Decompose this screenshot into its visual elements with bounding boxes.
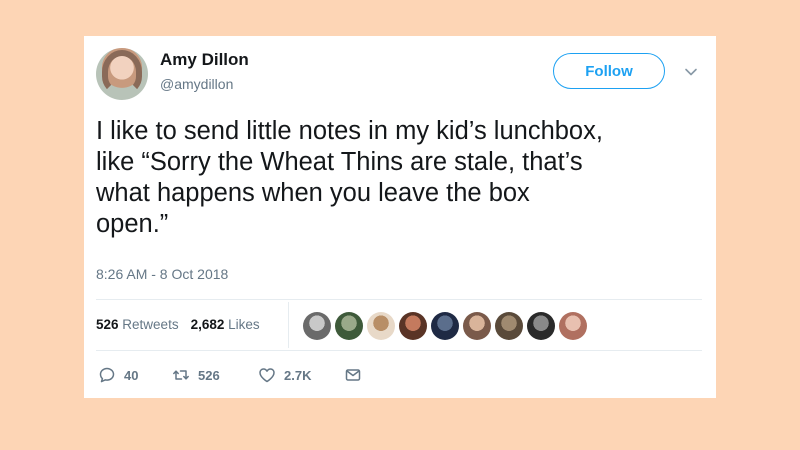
follow-button[interactable]: Follow	[553, 53, 665, 89]
divider-bottom	[96, 350, 702, 351]
retweet-icon	[173, 370, 189, 380]
liker-avatar[interactable]	[367, 312, 395, 340]
liker-avatar[interactable]	[559, 312, 587, 340]
like-action[interactable]: 2.7K	[258, 366, 344, 384]
reply-count: 40	[124, 367, 139, 383]
liker-avatar[interactable]	[399, 312, 427, 340]
liker-avatar[interactable]	[303, 312, 331, 340]
likes-stat[interactable]: 2,682 Likes	[191, 317, 260, 332]
divider-top	[96, 299, 702, 300]
tweet-text: I like to send little notes in my kid’s …	[96, 117, 603, 238]
reply-icon	[99, 367, 115, 383]
author-name[interactable]: Amy Dillon	[160, 50, 249, 70]
chevron-down-icon[interactable]	[684, 65, 698, 79]
retweet-count: 526	[198, 367, 220, 383]
heart-icon	[259, 368, 275, 383]
like-count: 2.7K	[284, 367, 312, 383]
likes-count: 2,682	[190, 317, 225, 332]
stats-separator	[288, 302, 289, 348]
retweets-count: 526	[96, 317, 119, 332]
retweets-stat[interactable]: 526 Retweets	[96, 317, 179, 332]
liker-avatar[interactable]	[431, 312, 459, 340]
likes-label: Likes	[228, 317, 260, 332]
avatar-hair	[102, 50, 142, 94]
retweets-label: Retweets	[122, 317, 179, 332]
liker-avatar[interactable]	[527, 312, 555, 340]
author-handle[interactable]: @amydillon	[160, 76, 233, 92]
timestamp[interactable]: 8:26 AM - 8 Oct 2018	[96, 266, 228, 282]
engagement-stats: 526 Retweets 2,682 Likes	[96, 317, 260, 332]
retweet-action[interactable]: 526	[172, 366, 258, 384]
envelope-icon	[345, 369, 361, 381]
tweet-card: Amy Dillon @amydillon Follow I like to s…	[84, 36, 716, 398]
liker-avatar[interactable]	[463, 312, 491, 340]
avatar[interactable]	[96, 48, 148, 100]
liker-avatar[interactable]	[495, 312, 523, 340]
liker-avatar[interactable]	[335, 312, 363, 340]
action-bar: 40 526 2.7K	[98, 366, 362, 384]
reply-action[interactable]: 40	[98, 366, 172, 384]
liker-avatars	[303, 312, 587, 340]
message-action[interactable]	[344, 366, 362, 384]
